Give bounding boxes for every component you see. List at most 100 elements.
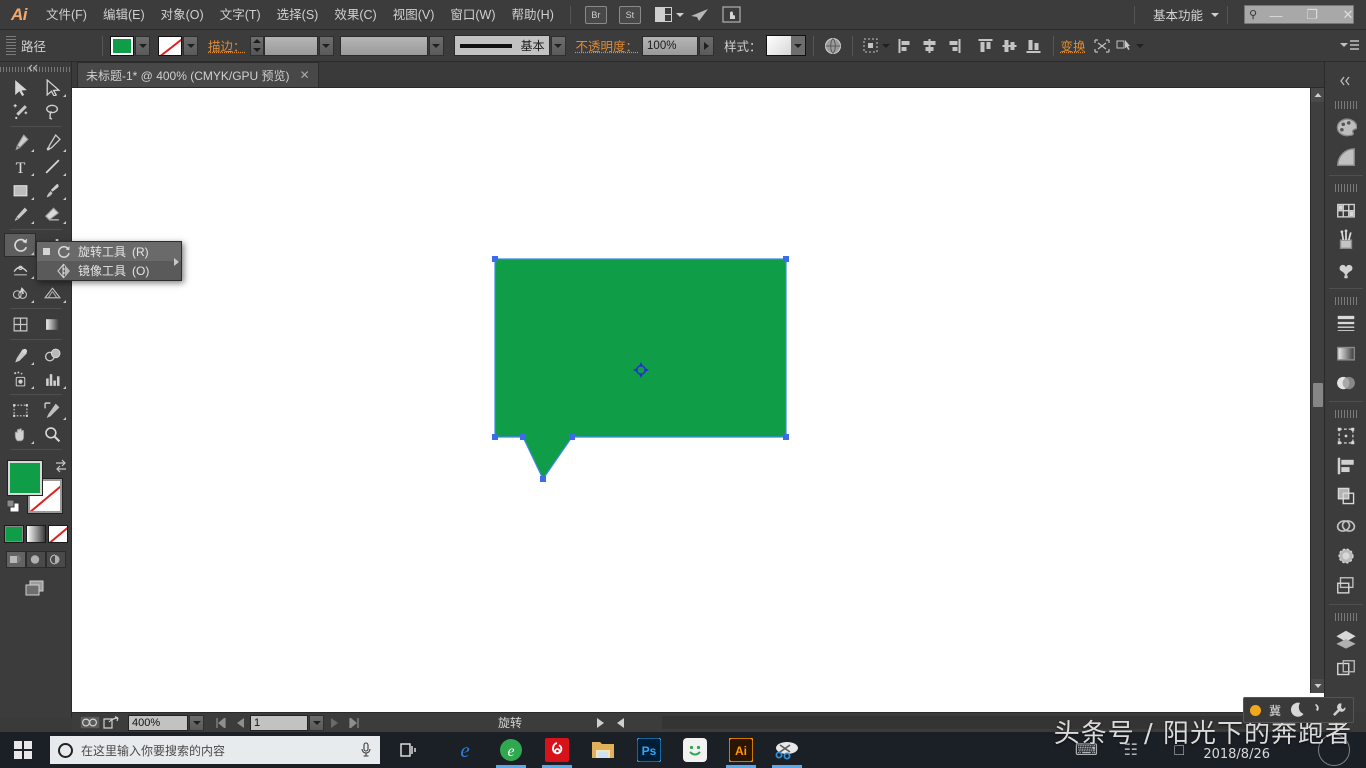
column-graph-tool[interactable] [36,367,68,391]
select-similar-button[interactable] [1114,35,1146,57]
stroke-weight-stepper[interactable] [250,36,264,56]
variable-width-profile-field[interactable] [340,36,428,56]
transparency-panel-button[interactable] [1328,368,1364,398]
artboard[interactable] [72,88,1310,712]
canvas-area[interactable] [72,88,1324,712]
page-dropdown[interactable] [309,715,324,731]
fill-swatch[interactable] [110,36,134,56]
zoom-tool[interactable] [36,422,68,446]
color-panel-button[interactable] [1328,112,1364,142]
close-button[interactable]: ✕ [1330,0,1366,30]
menu-view[interactable]: 视图(V) [385,0,443,30]
pencil-tool[interactable] [4,202,36,226]
netease-music-app[interactable] [534,732,580,768]
workspace-chevron-icon[interactable] [1211,13,1219,17]
stroke-panel-button[interactable] [1328,308,1364,338]
menu-edit[interactable]: 编辑(E) [95,0,153,30]
rectangle-tool[interactable] [4,178,36,202]
panel-group-gripper[interactable] [1335,101,1357,109]
page-number-field[interactable]: 1 [250,715,308,731]
menu-type[interactable]: 文字(T) [212,0,269,30]
variable-width-dropdown[interactable] [429,36,444,56]
slice-tool[interactable] [36,398,68,422]
eraser-tool[interactable] [36,202,68,226]
browser-app[interactable]: e [488,732,534,768]
opacity-label[interactable]: 不透明度： [576,36,639,55]
artboard-tool[interactable] [4,398,36,422]
opacity-dropdown[interactable] [699,36,714,56]
anchor-point[interactable] [569,434,575,440]
pathfinder-panel-button[interactable] [1328,481,1364,511]
wrench-icon[interactable] [1331,702,1347,718]
arrange-documents-button[interactable] [655,7,684,22]
align-center-horizontal-button[interactable] [918,35,942,57]
direct-selection-tool[interactable] [36,75,68,99]
brush-definition-box[interactable]: 基本 [454,35,550,56]
panel-group-gripper[interactable] [1335,410,1357,418]
control-panel-menu[interactable] [1340,39,1360,53]
toolbar-fill-swatch[interactable] [8,461,42,495]
width-tool[interactable] [4,257,36,281]
vertical-scroll-thumb[interactable] [1313,383,1323,407]
canvas-vertical-scrollbar[interactable] [1310,88,1324,693]
scroll-left-button[interactable] [610,715,630,731]
graphic-style-swatch[interactable] [766,35,806,56]
draw-behind-button[interactable] [26,551,46,568]
taskview-button[interactable] [386,732,432,768]
transform-panel-button[interactable] [1328,421,1364,451]
curvature-tool[interactable] [36,130,68,154]
color-mode-none[interactable] [48,525,68,543]
fill-dropdown-button[interactable] [135,36,150,56]
qq-app[interactable] [672,732,718,768]
artboards-panel-button[interactable] [1328,571,1364,601]
stroke-swatch-none[interactable] [158,36,182,56]
tools-panel-gripper[interactable] [0,63,71,75]
symbol-sprayer-tool[interactable] [4,367,36,391]
transform-label[interactable]: 变换 [1061,36,1086,55]
distribute-bottom-button[interactable] [1022,35,1046,57]
prev-page-button[interactable] [230,715,250,731]
photoshop-app[interactable]: Ps [626,732,672,768]
artboards2-panel-button[interactable] [1328,654,1364,684]
line-segment-tool[interactable] [36,154,68,178]
opacity-field[interactable]: 100% [642,36,698,56]
share-document-button[interactable] [100,715,124,731]
first-page-button[interactable] [210,715,230,731]
menu-object[interactable]: 对象(O) [153,0,212,30]
stock-button[interactable]: St [619,6,641,24]
style-dropdown[interactable] [791,36,805,55]
swap-fill-stroke-icon[interactable] [54,459,68,473]
layers-panel-button[interactable] [1328,624,1364,654]
swatches-panel-button[interactable] [1328,195,1364,225]
distribute-middle-button[interactable] [998,35,1022,57]
panel-group-gripper[interactable] [1335,297,1357,305]
comma-icon[interactable] [1313,702,1323,718]
control-bar-gripper[interactable] [6,36,16,56]
gradient-mesh-panel-button[interactable] [1328,541,1364,571]
dock-expand-button[interactable] [1328,66,1364,96]
align-left-button[interactable] [894,35,918,57]
document-tab[interactable]: 未标题-1* @ 400% (CMYK/GPU 预览) ✕ [77,62,319,87]
color-mode-color[interactable] [4,525,24,543]
stroke-control[interactable] [158,36,198,56]
paintbrush-tool[interactable] [36,178,68,202]
panel-group-gripper[interactable] [1335,184,1357,192]
perspective-grid-tool[interactable] [36,281,68,305]
mesh-tool[interactable] [4,312,36,336]
panel-group-gripper[interactable] [1335,613,1357,621]
stroke-weight-dropdown[interactable] [319,36,334,56]
next-page-button[interactable] [324,715,344,731]
recolor-artwork-button[interactable] [821,35,845,57]
stroke-dropdown-button[interactable] [183,36,198,56]
zoom-level-field[interactable]: 400% [128,715,188,731]
symbols-panel-button[interactable] [1328,255,1364,285]
illustrator-app[interactable]: Ai [718,732,764,768]
fill-control[interactable] [110,36,150,56]
battery-icon[interactable] [1250,705,1261,716]
selection-tool[interactable] [4,75,36,99]
workspace-switcher[interactable]: 基本功能 [1143,5,1207,24]
stroke-weight-field[interactable] [264,36,318,56]
moon-icon[interactable] [1289,702,1305,718]
anchor-point[interactable] [540,476,546,482]
align-panel-button[interactable] [1328,451,1364,481]
